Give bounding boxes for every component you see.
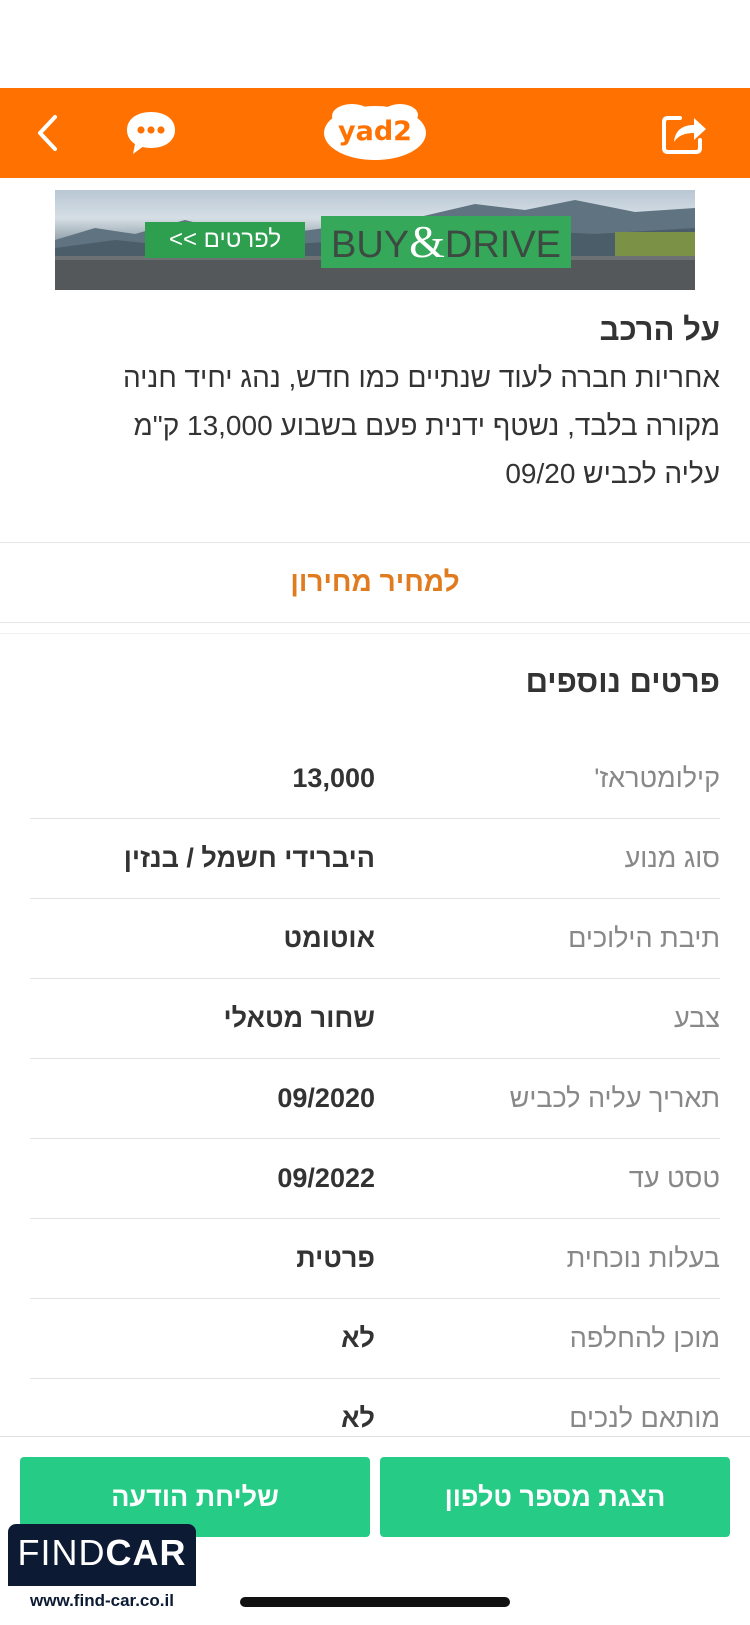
- description-line: עליה לכביש 09/20: [505, 458, 720, 489]
- detail-value: 09/2022: [277, 1163, 375, 1193]
- detail-label: קילומטראז': [594, 763, 720, 793]
- detail-value: 09/2020: [277, 1083, 375, 1113]
- chat-bubble-icon: [127, 112, 175, 154]
- detail-value: פרטית: [296, 1243, 375, 1273]
- about-description: אחריות חברה לעוד שנתיים כמו חדש, נהג יחי…: [30, 354, 720, 498]
- watermark-brand-bold: CAR: [105, 1532, 187, 1573]
- chevron-left-icon: [38, 115, 57, 151]
- detail-value: לא: [341, 1323, 375, 1353]
- detail-label: בעלות נוכחית: [566, 1243, 720, 1273]
- banner-details-button[interactable]: לפרטים >>: [145, 222, 305, 258]
- chat-button[interactable]: [120, 88, 182, 178]
- watermark-url: www.find-car.co.il: [8, 1586, 196, 1616]
- about-title: על הרכב: [599, 312, 720, 347]
- detail-label: צבע: [673, 1003, 720, 1033]
- detail-row-engine: סוג מנוע היברידי חשמל / בנזין: [30, 818, 720, 899]
- detail-label: סוג מנוע: [624, 843, 720, 873]
- detail-row-mileage: קילומטראז' 13,000: [30, 738, 720, 819]
- divider: [0, 622, 750, 623]
- brand-amp: &: [409, 216, 445, 267]
- description-line: אחריות חברה לעוד שנתיים כמו חדש, נהג יחי…: [122, 362, 720, 393]
- detail-label: מוכן להחלפה: [569, 1323, 720, 1353]
- share-button[interactable]: [656, 88, 712, 178]
- brand-left: BUY: [330, 224, 410, 266]
- price-list-link[interactable]: למחיר מחירון: [0, 543, 750, 621]
- detail-value: 13,000: [292, 763, 375, 793]
- detail-row-color: צבע שחור מטאלי: [30, 978, 720, 1059]
- about-vehicle-section: על הרכב אחריות חברה לעוד שנתיים כמו חדש,…: [30, 296, 720, 498]
- show-phone-button[interactable]: הצגת מספר טלפון: [380, 1457, 730, 1537]
- detail-label: טסט עד: [628, 1163, 720, 1193]
- detail-row-test: טסט עד 09/2022: [30, 1138, 720, 1219]
- details-title: פרטים נוספים: [525, 664, 720, 699]
- detail-value: היברידי חשמל / בנזין: [123, 843, 375, 873]
- brand-right: DRIVE: [444, 224, 562, 266]
- divider: [0, 633, 750, 634]
- logo-text: yad2: [338, 116, 412, 147]
- detail-row-ownership: בעלות נוכחית פרטית: [30, 1218, 720, 1299]
- detail-row-road-date: תאריך עליה לכביש 09/2020: [30, 1058, 720, 1139]
- home-indicator[interactable]: [240, 1597, 510, 1607]
- back-button[interactable]: [22, 88, 72, 178]
- detail-value: אוטומט: [283, 923, 375, 953]
- detail-row-gearbox: תיבת הילוכים אוטומט: [30, 898, 720, 979]
- ad-banner[interactable]: לפרטים >> BUY&DRIVE: [55, 190, 695, 290]
- status-bar-area: [0, 0, 750, 88]
- findcar-watermark: FINDCAR www.find-car.co.il: [8, 1524, 196, 1616]
- watermark-brand-light: FIND: [17, 1532, 106, 1573]
- description-line: מקורה בלבד, נשטף ידנית פעם בשבוע 13,000 …: [133, 410, 720, 441]
- detail-value: שחור מטאלי: [223, 1003, 376, 1033]
- share-icon: [662, 116, 706, 154]
- detail-label: תאריך עליה לכביש: [509, 1083, 720, 1113]
- detail-label: תיבת הילוכים: [568, 923, 720, 953]
- watermark-brand: FINDCAR: [8, 1532, 196, 1574]
- banner-brand: BUY&DRIVE: [321, 216, 571, 267]
- app-header: yad2: [0, 88, 750, 178]
- yad2-logo: yad2: [322, 102, 428, 164]
- detail-row-exchange: מוכן להחלפה לא: [30, 1298, 720, 1379]
